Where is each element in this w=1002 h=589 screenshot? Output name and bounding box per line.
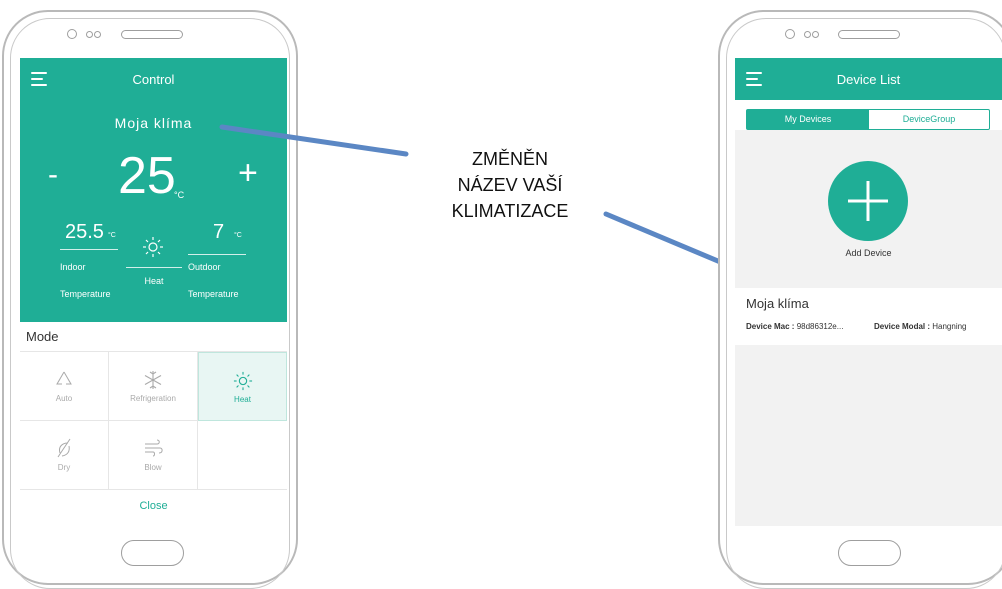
sensor-icon [812, 31, 819, 38]
home-button[interactable] [838, 540, 901, 566]
annotation-text: ZMĚNĚN NÁZEV VAŠÍ KLIMATIZACE [410, 146, 610, 224]
annotation-line-3: KLIMATIZACE [451, 201, 569, 221]
add-device-label[interactable]: Add Device [735, 248, 1002, 258]
device-modal: Device Modal : Hangning [874, 322, 967, 331]
arrow-to-control-name [219, 124, 409, 157]
device-name: Moja klíma [746, 296, 809, 311]
tab-device-group[interactable]: DeviceGroup [869, 110, 989, 129]
annotation-line-1: ZMĚNĚN [472, 149, 548, 169]
device-card[interactable]: Moja klíma Device Mac : 98d86312e... Dev… [735, 288, 1002, 345]
tab-switch: My Devices DeviceGroup [746, 109, 990, 130]
right-phone-screen: Device List My Devices DeviceGroup Add D… [735, 58, 1002, 526]
plus-icon [848, 181, 888, 221]
device-list-header: Device List [735, 58, 1002, 100]
device-modal-value: Hangning [932, 322, 967, 331]
header-title: Device List [836, 72, 901, 87]
front-camera-icon [785, 29, 795, 39]
annotation-line-2: NÁZEV VAŠÍ [457, 175, 563, 195]
sensor-icon [804, 31, 811, 38]
speaker-grille [838, 30, 900, 39]
add-device-button[interactable] [828, 161, 908, 241]
device-mac-label: Device Mac : [746, 322, 795, 331]
device-mac: Device Mac : 98d86312e... [746, 322, 843, 331]
tab-my-devices[interactable]: My Devices [747, 110, 869, 129]
device-mac-value: 98d86312e... [796, 322, 844, 331]
device-modal-label: Device Modal : [874, 322, 931, 331]
